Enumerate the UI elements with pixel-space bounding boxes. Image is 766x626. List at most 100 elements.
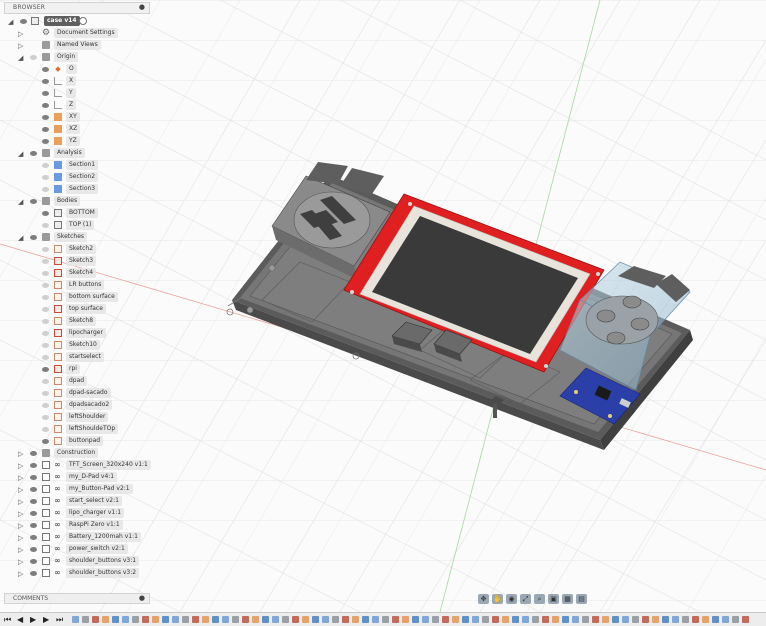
visibility-eye-icon[interactable]: [30, 475, 37, 480]
visibility-eye-icon[interactable]: [30, 463, 37, 468]
timeline-feature-icon[interactable]: [282, 616, 289, 623]
timeline-feature-icon[interactable]: [632, 616, 639, 623]
timeline-feature-icon[interactable]: [402, 616, 409, 623]
timeline-feature-icon[interactable]: [542, 616, 549, 623]
expand-triangle-icon[interactable]: ▷: [18, 521, 23, 531]
timeline-feature-icon[interactable]: [102, 616, 109, 623]
visibility-eye-icon[interactable]: [30, 523, 37, 528]
timeline-feature-icon[interactable]: [732, 616, 739, 623]
timeline-feature-icon[interactable]: [742, 616, 749, 623]
comments-panel[interactable]: COMMENTS ●: [4, 593, 150, 604]
visibility-eye-icon[interactable]: [42, 115, 49, 120]
visibility-eye-icon[interactable]: [20, 19, 27, 24]
timeline-feature-icon[interactable]: [412, 616, 419, 623]
timeline-feature-icon[interactable]: [622, 616, 629, 623]
visibility-eye-icon[interactable]: [30, 511, 37, 516]
expand-triangle-icon[interactable]: ▷: [18, 557, 23, 567]
visibility-eye-icon[interactable]: [42, 79, 49, 84]
orbit-icon[interactable]: ✥: [478, 594, 489, 604]
visibility-eye-icon[interactable]: [42, 403, 49, 408]
visibility-eye-icon[interactable]: [42, 175, 49, 180]
timeline-feature-icon[interactable]: [452, 616, 459, 623]
timeline-feature-icon[interactable]: [422, 616, 429, 623]
visibility-eye-icon[interactable]: [42, 127, 49, 132]
expand-triangle-icon[interactable]: ▷: [18, 461, 23, 471]
pin-icon[interactable]: ●: [139, 594, 145, 602]
timeline-feature-icon[interactable]: [382, 616, 389, 623]
viewports-icon[interactable]: ▤: [576, 594, 587, 604]
timeline-feature-icon[interactable]: [692, 616, 699, 623]
timeline-feature-icon[interactable]: [522, 616, 529, 623]
play-icon[interactable]: ▶: [30, 615, 36, 624]
timeline-feature-icon[interactable]: [572, 616, 579, 623]
timeline-feature-icon[interactable]: [292, 616, 299, 623]
visibility-eye-icon[interactable]: [42, 139, 49, 144]
visibility-eye-icon[interactable]: [42, 319, 49, 324]
timeline-feature-icon[interactable]: [482, 616, 489, 623]
timeline-feature-icon[interactable]: [132, 616, 139, 623]
visibility-eye-icon[interactable]: [42, 367, 49, 372]
skip-start-icon[interactable]: ⏮: [4, 615, 11, 625]
timeline-feature-icon[interactable]: [682, 616, 689, 623]
expand-triangle-icon[interactable]: ▷: [18, 533, 23, 543]
expand-triangle-icon[interactable]: ▷: [18, 545, 23, 555]
timeline-feature-icon[interactable]: [662, 616, 669, 623]
visibility-eye-icon[interactable]: [30, 499, 37, 504]
visibility-eye-icon[interactable]: [42, 67, 49, 72]
timeline-feature-icon[interactable]: [252, 616, 259, 623]
collapse-triangle-icon[interactable]: ◢: [8, 17, 13, 27]
timeline-feature-icon[interactable]: [532, 616, 539, 623]
expand-triangle-icon[interactable]: ▷: [18, 29, 23, 39]
visibility-eye-icon[interactable]: [30, 55, 37, 60]
timeline-feature-icon[interactable]: [342, 616, 349, 623]
timeline-feature-icon[interactable]: [312, 616, 319, 623]
timeline-feature-icon[interactable]: [362, 616, 369, 623]
visibility-eye-icon[interactable]: [42, 307, 49, 312]
timeline-feature-icon[interactable]: [512, 616, 519, 623]
timeline-feature-icon[interactable]: [272, 616, 279, 623]
visibility-eye-icon[interactable]: [42, 283, 49, 288]
expand-triangle-icon[interactable]: ▷: [18, 569, 23, 579]
timeline-feature-icon[interactable]: [612, 616, 619, 623]
timeline-feature-icon[interactable]: [672, 616, 679, 623]
timeline-feature-icon[interactable]: [112, 616, 119, 623]
collapse-triangle-icon[interactable]: ◢: [18, 233, 23, 243]
timeline-feature-icon[interactable]: [372, 616, 379, 623]
timeline-feature-icon[interactable]: [162, 616, 169, 623]
visibility-eye-icon[interactable]: [30, 199, 37, 204]
visibility-eye-icon[interactable]: [42, 103, 49, 108]
timeline-feature-icon[interactable]: [332, 616, 339, 623]
timeline-feature-icon[interactable]: [222, 616, 229, 623]
visibility-eye-icon[interactable]: [42, 91, 49, 96]
visibility-eye-icon[interactable]: [30, 487, 37, 492]
zoom-icon[interactable]: ⌕: [534, 594, 545, 604]
visibility-eye-icon[interactable]: [30, 559, 37, 564]
timeline-feature-icon[interactable]: [242, 616, 249, 623]
timeline-features[interactable]: [70, 615, 762, 624]
timeline-feature-icon[interactable]: [122, 616, 129, 623]
timeline-feature-icon[interactable]: [442, 616, 449, 623]
timeline-feature-icon[interactable]: [152, 616, 159, 623]
visibility-eye-icon[interactable]: [42, 355, 49, 360]
visibility-eye-icon[interactable]: [30, 571, 37, 576]
pin-icon[interactable]: ●: [139, 3, 145, 11]
expand-triangle-icon[interactable]: ▷: [18, 41, 23, 51]
timeline-feature-icon[interactable]: [652, 616, 659, 623]
visibility-eye-icon[interactable]: [30, 535, 37, 540]
collapse-triangle-icon[interactable]: ◢: [18, 197, 23, 207]
timeline-feature-icon[interactable]: [202, 616, 209, 623]
timeline-feature-icon[interactable]: [562, 616, 569, 623]
timeline-feature-icon[interactable]: [212, 616, 219, 623]
timeline-feature-icon[interactable]: [722, 616, 729, 623]
expand-triangle-icon[interactable]: ▷: [18, 497, 23, 507]
visibility-eye-icon[interactable]: [42, 187, 49, 192]
visibility-eye-icon[interactable]: [30, 451, 37, 456]
timeline-feature-icon[interactable]: [642, 616, 649, 623]
timeline-feature-icon[interactable]: [172, 616, 179, 623]
visibility-eye-icon[interactable]: [30, 235, 37, 240]
visibility-eye-icon[interactable]: [30, 151, 37, 156]
expand-triangle-icon[interactable]: ▷: [18, 473, 23, 483]
timeline-feature-icon[interactable]: [712, 616, 719, 623]
timeline-feature-icon[interactable]: [322, 616, 329, 623]
timeline-feature-icon[interactable]: [432, 616, 439, 623]
